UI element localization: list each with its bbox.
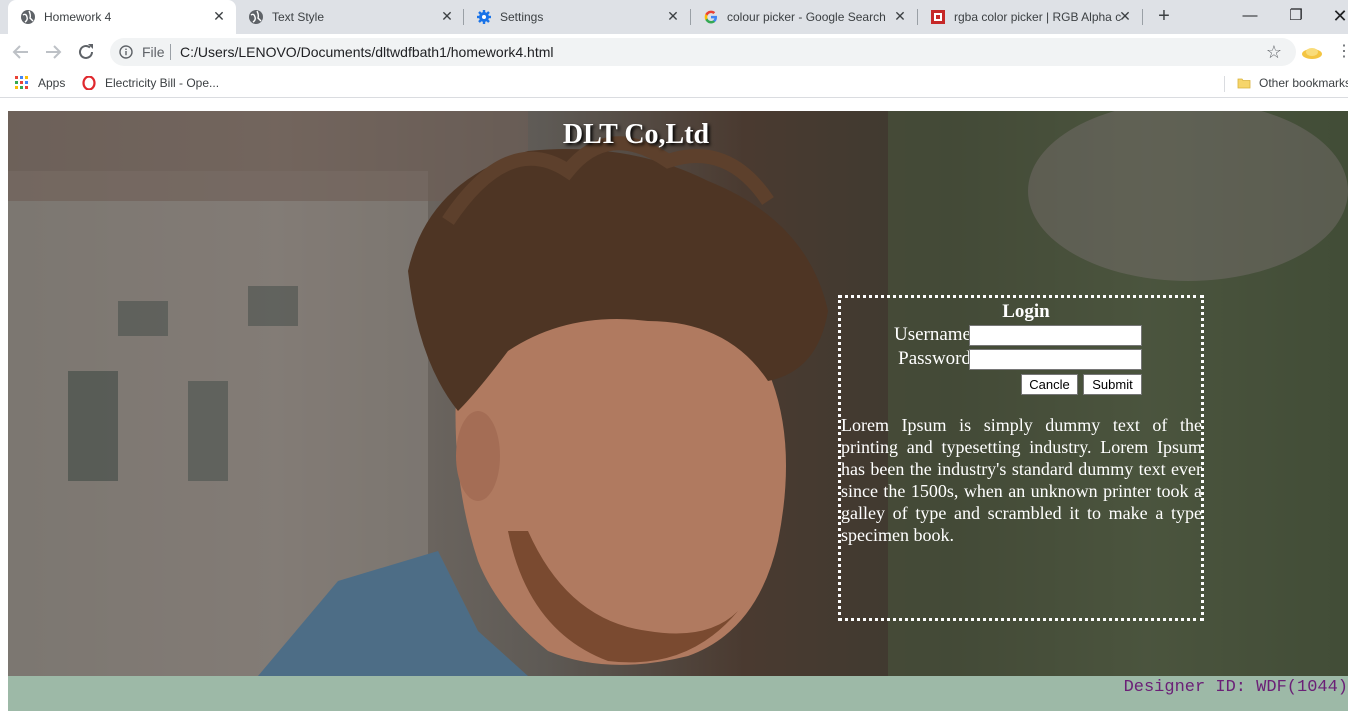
password-label: Password [898, 348, 971, 369]
page-viewport: DLT Co,Ltd Login Username Password Cancl… [0, 103, 1348, 711]
window-close-button[interactable]: ✕ [1328, 6, 1348, 26]
close-icon[interactable]: ✕ [893, 9, 907, 23]
username-label: Username [893, 324, 971, 345]
globe-icon [249, 10, 263, 24]
opera-icon [82, 76, 96, 90]
new-tab-button[interactable]: + [1152, 6, 1176, 28]
password-input[interactable] [969, 349, 1142, 370]
close-icon[interactable]: ✕ [1118, 9, 1132, 23]
tab-title: colour picker - Google Search [727, 10, 886, 24]
folder-icon [1237, 78, 1251, 89]
login-heading: Login [1002, 301, 1050, 322]
designer-id: Designer ID: WDF(1044) [1123, 678, 1348, 697]
address-separator [170, 44, 171, 60]
password-row: Password [841, 348, 1211, 370]
bookmark-other-bookmarks[interactable]: Other bookmarks [1237, 76, 1348, 90]
bookmark-apps[interactable]: Apps [15, 76, 65, 90]
bookmark-label: Other bookmarks [1259, 76, 1348, 90]
kebab-menu-icon[interactable]: ⋮ [1336, 42, 1348, 62]
back-arrow-icon[interactable] [10, 41, 32, 63]
cancel-button[interactable]: Cancle [1021, 374, 1078, 395]
tab-text-style[interactable]: Text Style ✕ [236, 0, 464, 34]
bookmarks-separator [1224, 76, 1225, 92]
gear-icon [477, 10, 491, 24]
tab-title: Homework 4 [44, 10, 112, 24]
site-title: DLT Co,Ltd [562, 119, 710, 150]
login-panel: Login Username Password Cancle Submit Lo… [838, 295, 1204, 621]
tab-settings[interactable]: Settings ✕ [464, 0, 690, 34]
tab-title: rgba color picker | RGB Alpha c [954, 10, 1122, 24]
tab-title: Text Style [272, 10, 325, 24]
tab-separator [1142, 9, 1143, 25]
site-icon [931, 10, 945, 24]
bookmarks-bar: Apps Electricity Bill - Ope... Other boo… [0, 70, 1348, 98]
minimize-button[interactable]: — [1238, 6, 1262, 26]
lorem-paragraph: Lorem Ipsum is simply dummy text of the … [841, 415, 1202, 545]
tab-title: Settings [500, 10, 544, 24]
username-input[interactable] [969, 325, 1142, 346]
extension-icon[interactable] [1300, 42, 1324, 62]
footer-bar: Designer ID: WDF(1044) [8, 676, 1348, 711]
address-bar[interactable]: File C:/Users/LENOVO/Documents/dltwdfbat… [110, 38, 1296, 66]
tab-homework-4[interactable]: Homework 4 ✕ [8, 0, 236, 34]
scheme-label: File [142, 44, 165, 60]
globe-icon [21, 10, 35, 24]
forward-arrow-icon[interactable] [42, 41, 64, 63]
tab-strip: Homework 4 ✕ Text Style ✕ Settings ✕ col… [0, 0, 1348, 34]
google-icon [704, 10, 717, 24]
close-icon[interactable]: ✕ [440, 9, 454, 23]
submit-button[interactable]: Submit [1083, 374, 1142, 395]
url-text[interactable]: C:/Users/LENOVO/Documents/dltwdfbath1/ho… [180, 44, 553, 60]
restore-button[interactable]: ❐ [1284, 6, 1308, 26]
star-icon[interactable]: ☆ [1266, 42, 1282, 62]
bookmark-label: Apps [38, 76, 66, 90]
username-row: Username [841, 324, 1211, 346]
tab-rgba-color-picker[interactable]: rgba color picker | RGB Alpha c ✕ [918, 0, 1142, 34]
tab-colour-picker-search[interactable]: colour picker - Google Search ✕ [691, 0, 917, 34]
hero-background-image: DLT Co,Ltd Login Username Password Cancl… [8, 111, 1348, 676]
info-icon[interactable] [119, 45, 133, 59]
bookmark-electricity-bill[interactable]: Electricity Bill - Ope... [82, 76, 219, 90]
browser-toolbar: File C:/Users/LENOVO/Documents/dltwdfbat… [0, 34, 1348, 70]
close-icon[interactable]: ✕ [212, 9, 226, 23]
apps-grid-icon [15, 76, 28, 89]
close-icon[interactable]: ✕ [666, 9, 680, 23]
bookmark-label: Electricity Bill - Ope... [105, 76, 220, 90]
reload-icon[interactable] [75, 41, 97, 63]
